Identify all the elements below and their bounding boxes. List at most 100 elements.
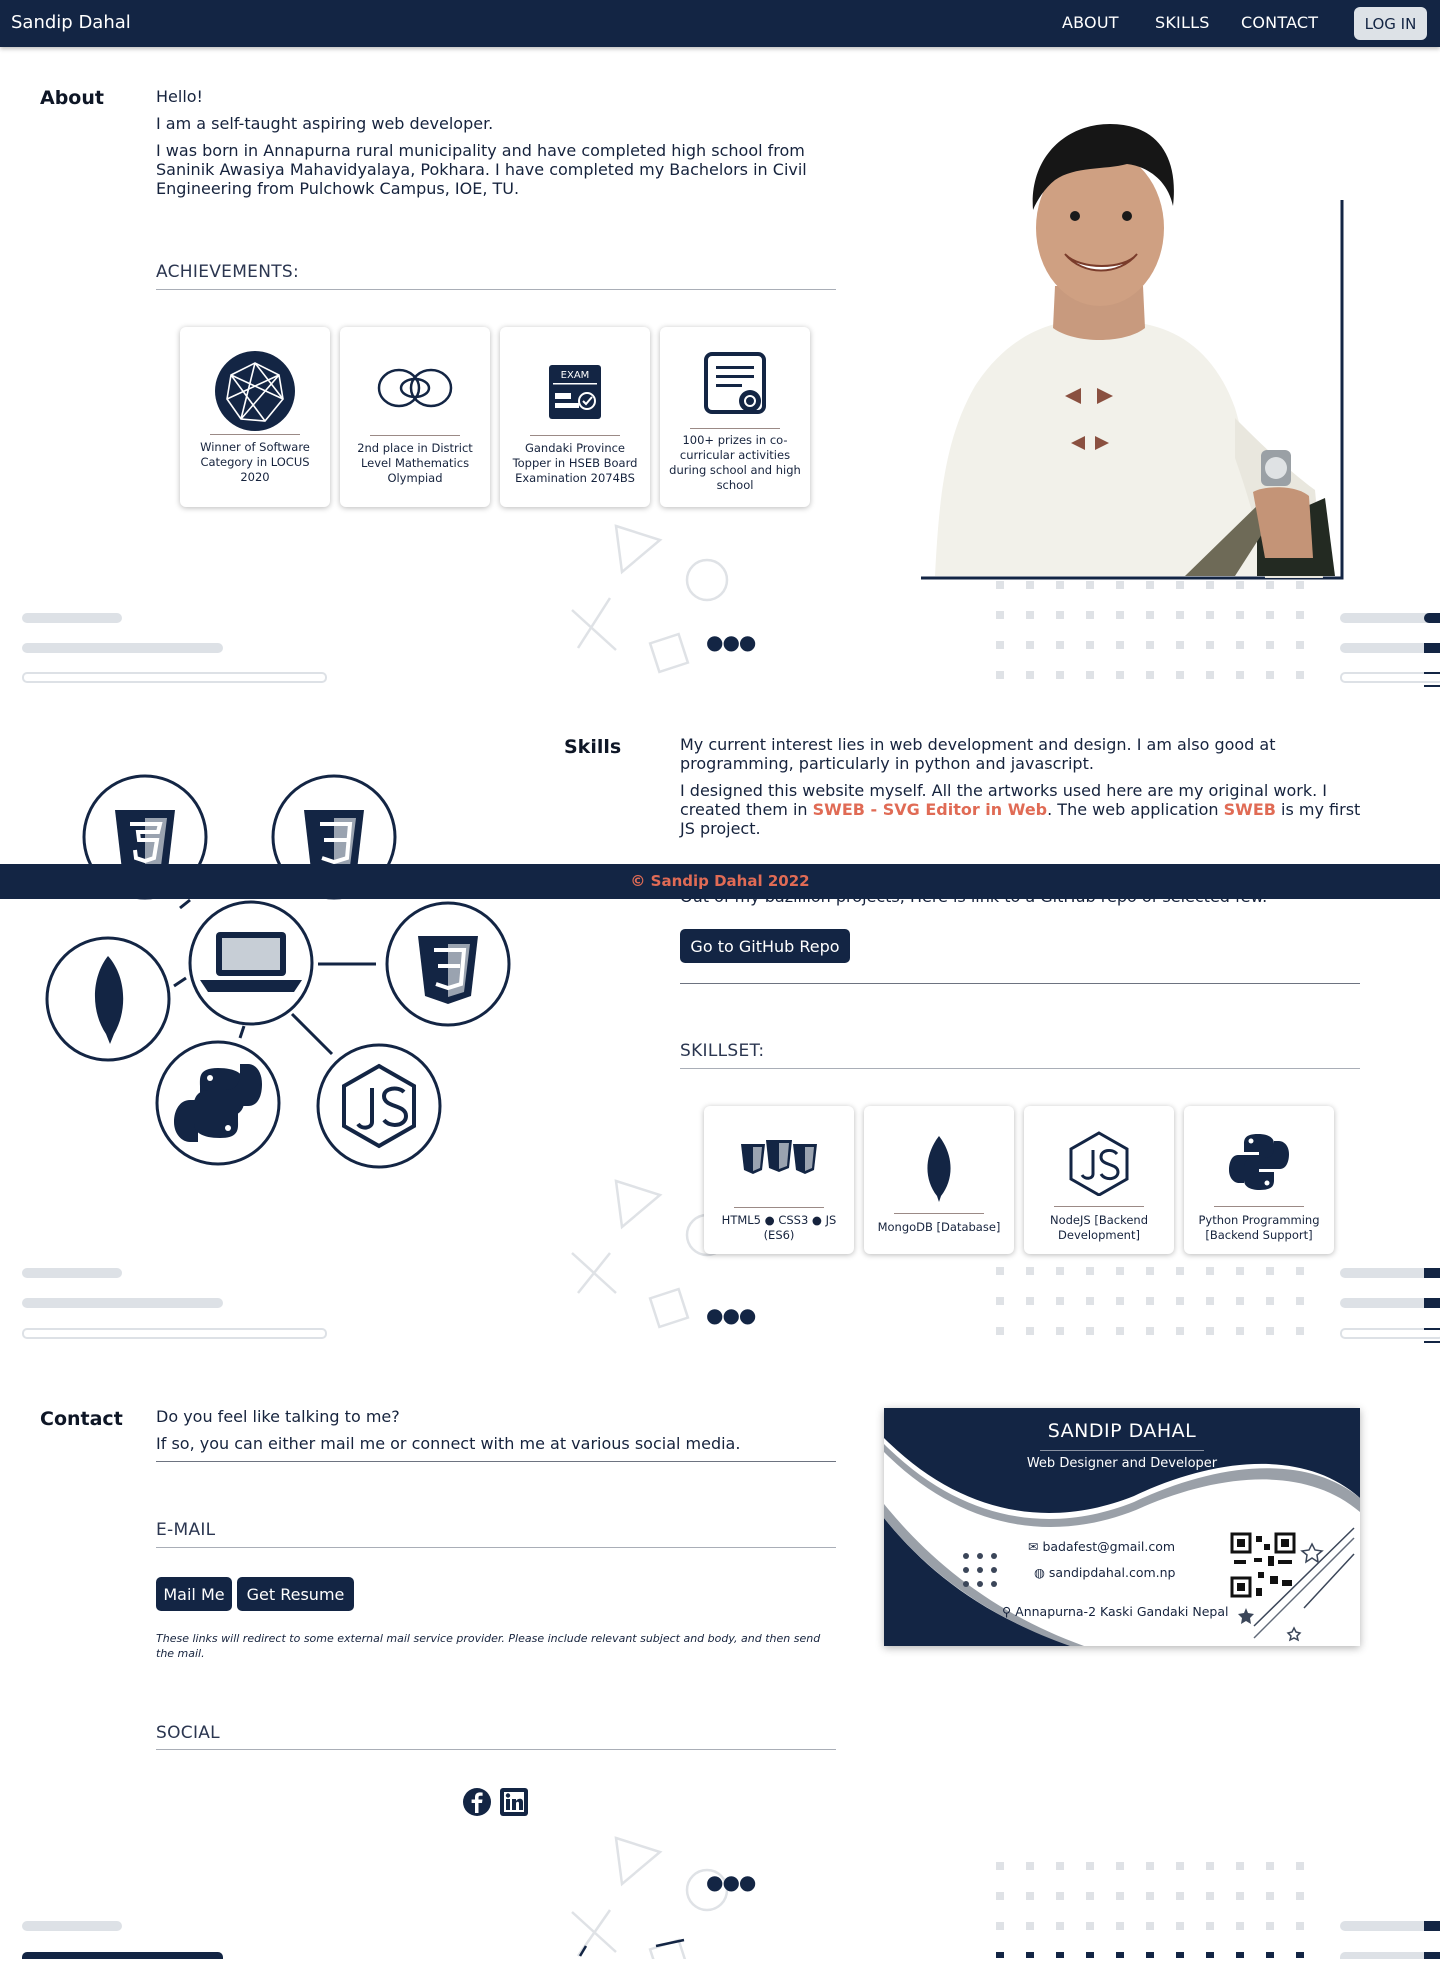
grid-dot: [1116, 1922, 1124, 1930]
achievement-text: 2nd place in District Level Mathematics …: [357, 441, 473, 485]
geometric-shapes-decoration: [560, 1832, 760, 1963]
more-dots-icon: ●●●: [706, 1303, 756, 1327]
grid-dot: [996, 1862, 1004, 1870]
grid-dot: [1026, 1267, 1034, 1275]
grid-dot: [1086, 641, 1094, 649]
certificate-icon: [660, 351, 810, 423]
achievement-card: 100+ prizes in co-curricular activities …: [660, 327, 810, 507]
infinity-icon: [340, 363, 490, 417]
grid-dot: [1236, 1892, 1244, 1900]
grid-dot: [1056, 641, 1064, 649]
linkedin-icon[interactable]: [500, 1788, 528, 1820]
mail-me-button[interactable]: Mail Me: [156, 1577, 232, 1611]
decorative-bar: [22, 1328, 327, 1339]
grid-dot: [1206, 1297, 1214, 1305]
grid-dot: [1236, 611, 1244, 619]
grid-dot: [1206, 1862, 1214, 1870]
grid-dot: [1176, 581, 1184, 589]
grid-dot: [1026, 1952, 1034, 1958]
grid-dot: [1146, 1922, 1154, 1930]
mail-note: These links will redirect to some extern…: [156, 1632, 821, 1660]
grid-dot: [1056, 1952, 1064, 1958]
login-button[interactable]: LOG IN: [1354, 7, 1427, 40]
grid-dot: [1236, 1267, 1244, 1275]
grid-dot: [1026, 1892, 1034, 1900]
get-resume-button[interactable]: Get Resume: [237, 1577, 354, 1611]
facebook-icon[interactable]: [463, 1788, 491, 1820]
more-dots-icon: ●●●: [706, 630, 756, 654]
card-name: SANDIP DAHAL: [1047, 1420, 1197, 1442]
card-address: ⚲ Annapurna-2 Kaski Gandaki Nepal: [1002, 1604, 1229, 1619]
nav-link-contact[interactable]: CONTACT: [1241, 13, 1318, 32]
grid-dot: [1146, 611, 1154, 619]
grid-dot: [1056, 1297, 1064, 1305]
skillset-divider: [680, 1068, 1360, 1069]
skills-paragraph-1: My current interest lies in web developm…: [680, 735, 1276, 773]
skill-card: NodeJS [Backend Development]: [1024, 1106, 1174, 1254]
grid-dot: [1146, 1267, 1154, 1275]
nodejs-icon: [1024, 1130, 1174, 1200]
about-intro: I am a self-taught aspiring web develope…: [156, 114, 494, 133]
location-pin-icon: ⚲: [1002, 1604, 1016, 1619]
email-divider: [156, 1547, 836, 1548]
dot-grid-decoration: [996, 581, 1316, 681]
exam-icon: EXAM: [500, 363, 650, 425]
grid-dot: [1026, 1297, 1034, 1305]
more-dots-icon: ●●●: [706, 1870, 756, 1894]
achievement-text: Gandaki Province Topper in HSEB Board Ex…: [512, 441, 638, 485]
grid-dot: [1266, 1862, 1274, 1870]
grid-dot: [1086, 671, 1094, 679]
grid-dot: [996, 1297, 1004, 1305]
grid-dot: [1176, 671, 1184, 679]
decorative-bar: [22, 1268, 122, 1278]
html-css-js-shields-icon: [704, 1138, 854, 1184]
nav-link-about[interactable]: ABOUT: [1062, 13, 1119, 32]
grid-dot: [1116, 581, 1124, 589]
card-website: ◍ sandipdahal.com.np: [1034, 1565, 1176, 1580]
grid-dot: [1176, 1862, 1184, 1870]
grid-dot: [1116, 671, 1124, 679]
grid-dot: [996, 1892, 1004, 1900]
achievement-card: 2nd place in District Level Mathematics …: [340, 327, 490, 507]
grid-dot: [1206, 1892, 1214, 1900]
grid-dot: [996, 1952, 1004, 1958]
dot-grid-decoration: [996, 1862, 1316, 1959]
sweb-editor-link[interactable]: SWEB - SVG Editor in Web: [813, 800, 1047, 819]
grid-dot: [1146, 1952, 1154, 1958]
grid-dot: [1296, 1922, 1304, 1930]
skill-text: NodeJS [Backend Development]: [1049, 1213, 1149, 1242]
grid-dot: [1056, 611, 1064, 619]
github-repo-button[interactable]: Go to GitHub Repo: [680, 929, 850, 963]
skill-card: MongoDB [Database]: [864, 1106, 1014, 1254]
grid-dot: [1266, 1297, 1274, 1305]
grid-dot: [1236, 1952, 1244, 1958]
grid-dot: [1146, 1297, 1154, 1305]
achievement-card: Winner of Software Category in LOCUS 202…: [180, 327, 330, 507]
grid-dot: [1176, 611, 1184, 619]
achievements-divider: [156, 289, 836, 290]
skills-paragraph-2: I designed this website myself. All the …: [680, 781, 1361, 838]
grid-dot: [1086, 1297, 1094, 1305]
social-divider: [156, 1749, 836, 1750]
grid-dot: [1086, 1327, 1094, 1335]
grid-dot: [1296, 641, 1304, 649]
grid-dot: [1086, 581, 1094, 589]
grid-dot: [1056, 1892, 1064, 1900]
grid-dot: [1086, 1922, 1094, 1930]
sweb-link[interactable]: SWEB: [1224, 800, 1276, 819]
grid-dot: [1116, 611, 1124, 619]
js-shield-icon: [418, 936, 478, 1004]
skill-text: HTML5 ● CSS3 ● JS (ES6): [721, 1213, 837, 1242]
skill-text: Python Programming [Backend Support]: [1198, 1213, 1320, 1242]
skill-card: HTML5 ● CSS3 ● JS (ES6): [704, 1106, 854, 1254]
grid-dot: [996, 1922, 1004, 1930]
grid-dot: [1056, 1922, 1064, 1930]
grid-dot: [1116, 1297, 1124, 1305]
grid-dot: [1236, 1327, 1244, 1335]
grid-dot: [1176, 1297, 1184, 1305]
about-title: About: [40, 87, 104, 109]
brand-name[interactable]: Sandip Dahal: [11, 12, 131, 33]
grid-dot: [996, 671, 1004, 679]
nav-link-skills[interactable]: SKILLS: [1155, 13, 1210, 32]
grid-dot: [1056, 1862, 1064, 1870]
